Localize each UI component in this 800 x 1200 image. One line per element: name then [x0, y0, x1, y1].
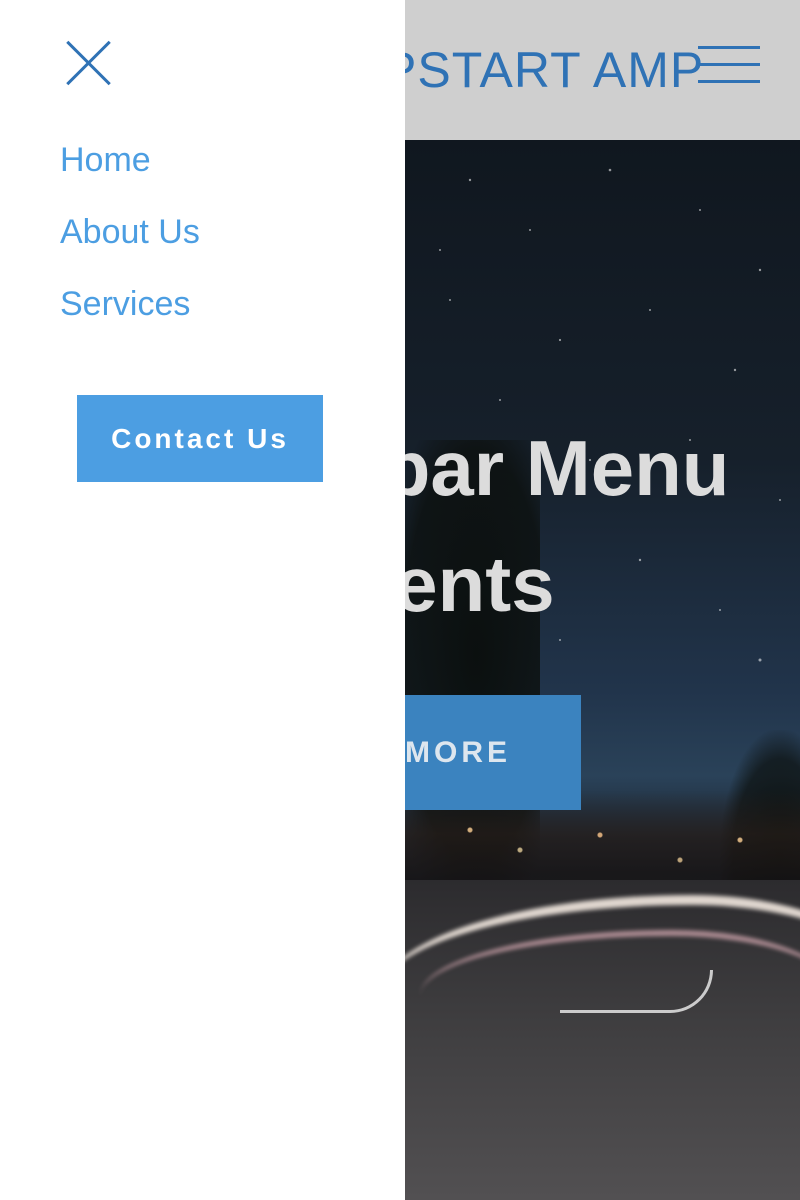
- hamburger-menu-icon[interactable]: [698, 44, 760, 86]
- sidebar-item-home: Home: [60, 132, 200, 204]
- hamburger-bar: [698, 63, 760, 66]
- road-marking: [560, 970, 713, 1013]
- contact-us-button[interactable]: Contact Us: [77, 395, 323, 482]
- sidebar-item-about-us: About Us: [60, 204, 200, 276]
- page: AMPSTART AMP Sidebar Menu MORE Home Abou…: [0, 0, 800, 1200]
- close-icon[interactable]: [62, 36, 116, 90]
- sidebar-link-about-us[interactable]: About Us: [60, 213, 200, 251]
- sidebar-link-home[interactable]: Home: [60, 141, 151, 179]
- sidebar-link-services[interactable]: Services: [60, 285, 190, 323]
- hamburger-bar: [698, 46, 760, 49]
- hamburger-bar: [698, 80, 760, 83]
- sidebar-item-services: Services: [60, 276, 200, 348]
- sidebar-nav: Home About Us Services: [60, 132, 200, 348]
- sidebar-drawer: Home About Us Services Contact Us: [0, 0, 405, 1200]
